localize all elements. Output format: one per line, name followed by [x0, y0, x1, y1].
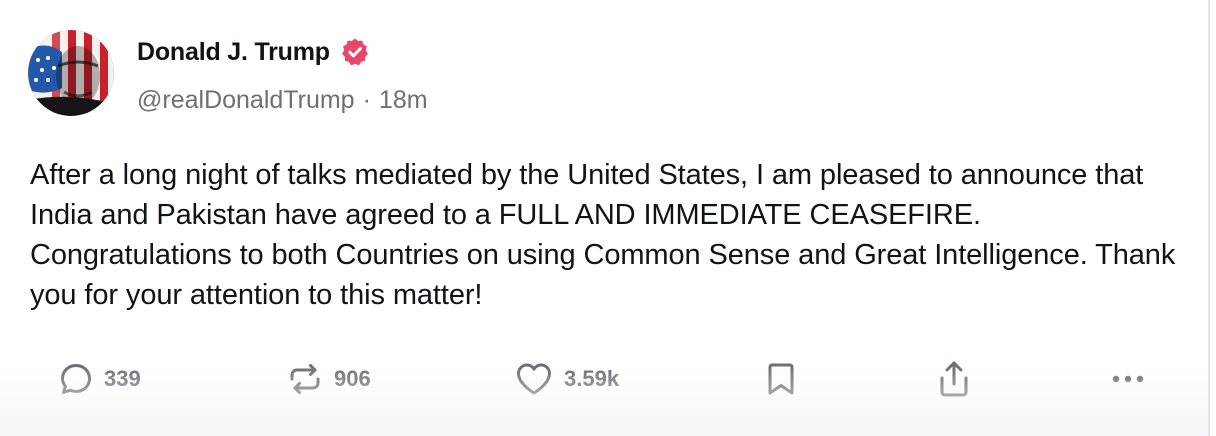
bookmark-icon	[766, 360, 796, 398]
avatar-image	[28, 30, 114, 116]
author-display-name[interactable]: Donald J. Trump	[137, 38, 330, 67]
author-name-row: Donald J. Trump	[137, 34, 370, 70]
heart-icon	[514, 360, 554, 398]
post-card: Donald J. Trump @realDonaldTrump · 18m A…	[0, 0, 1210, 436]
post-action-bar: 339 906 3.59k	[0, 357, 1210, 401]
verified-badge-icon	[340, 37, 370, 67]
reply-icon	[58, 361, 94, 397]
reply-count: 339	[104, 366, 141, 391]
like-count: 3.59k	[564, 366, 620, 391]
more-icon	[1108, 369, 1148, 389]
reply-button[interactable]: 339	[58, 357, 141, 401]
repost-count: 906	[334, 366, 371, 391]
share-icon	[936, 359, 972, 399]
repost-button[interactable]: 906	[286, 357, 371, 401]
author-handle[interactable]: @realDonaldTrump	[137, 86, 355, 115]
post-timestamp[interactable]: 18m	[379, 86, 428, 115]
like-button[interactable]: 3.59k	[514, 357, 619, 401]
bookmark-button[interactable]	[766, 357, 796, 401]
repost-icon	[286, 360, 324, 398]
post-body-text: After a long night of talks mediated by …	[30, 159, 1176, 311]
author-meta-row: @realDonaldTrump · 18m	[137, 83, 428, 117]
avatar[interactable]	[28, 30, 114, 116]
more-options-button[interactable]	[1108, 357, 1148, 401]
meta-separator: ·	[362, 85, 371, 114]
share-button[interactable]	[936, 357, 972, 401]
